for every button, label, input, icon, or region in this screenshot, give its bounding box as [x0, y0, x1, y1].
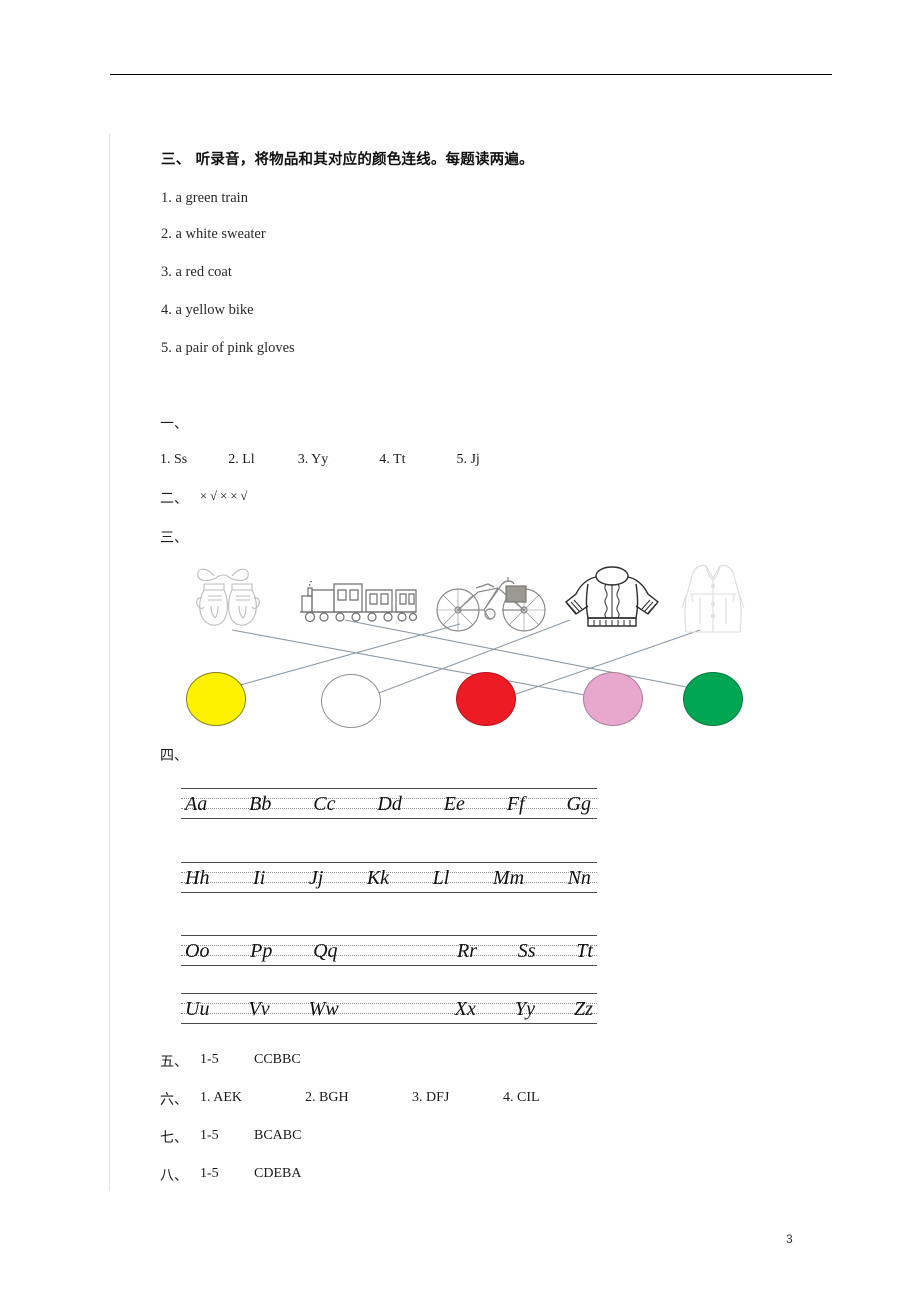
letter-pair: Ii — [253, 867, 266, 889]
handwriting-letters-1: Aa Bb Cc Dd Ee Ff Gg — [185, 789, 597, 819]
answer-1-4: 4. Tt — [379, 452, 406, 467]
listening-item-2: 2. a white sweater — [161, 226, 266, 242]
answer-row-8: CDEBA — [254, 1166, 302, 1181]
answer-6-3: 3. DFJ — [412, 1090, 450, 1105]
sweater-icon — [565, 566, 659, 627]
letter-pair: Zz — [574, 998, 593, 1020]
answer-1-1: 1. Ss — [160, 452, 188, 467]
page-number: 3 — [786, 1232, 793, 1246]
listening-item-1: 1. a green train — [161, 190, 248, 206]
answer-row-7: BCABC — [254, 1128, 302, 1143]
color-dot-red[interactable] — [456, 672, 516, 726]
answer-6-2: 2. BGH — [305, 1090, 349, 1105]
letter-pair: Vv — [248, 998, 270, 1020]
answer-range-5: 1-5 — [200, 1052, 219, 1067]
letter-pair: Hh — [185, 867, 210, 889]
answer-6-1: 1. AEK — [200, 1090, 242, 1105]
letter-pair: Rr — [457, 940, 477, 962]
letter-pair: Ww — [308, 998, 339, 1020]
answer-1-2: 2. Ll — [228, 452, 255, 467]
letter-pair: Xx — [454, 998, 476, 1020]
answer-label-7: 七、 — [160, 1130, 188, 1146]
handwriting-row-1: Aa Bb Cc Dd Ee Ff Gg — [181, 788, 597, 822]
answer-label-2: 二、 — [160, 491, 188, 507]
handwriting-letters-2: Hh Ii Jj Kk Ll Mm Nn — [185, 863, 597, 893]
answer-row-1: 1. Ss 2. Ll 3. Yy 4. Tt 5. Jj — [160, 452, 480, 468]
letter-pair: Gg — [566, 793, 591, 815]
letter-pair: Qq — [313, 940, 338, 962]
answer-range-8: 1-5 — [200, 1166, 219, 1181]
letter-pair: Tt — [576, 940, 593, 962]
answer-6-4: 4. CIL — [503, 1090, 540, 1105]
bike-icon — [436, 577, 546, 632]
handwriting-row-3: Oo Pp Qq Rr Ss Tt — [181, 935, 597, 969]
answer-1-5: 5. Jj — [456, 452, 480, 467]
answer-row-5: CCBBC — [254, 1052, 301, 1067]
answer-label-8: 八、 — [160, 1168, 188, 1184]
letter-pair: Cc — [313, 793, 336, 815]
letter-pair: Pp — [250, 940, 273, 962]
handwriting-row-4: Uu Vv Ww Xx Yy Zz — [181, 993, 597, 1027]
letter-pair: Dd — [377, 793, 402, 815]
letter-pair: Ee — [443, 793, 465, 815]
coat-icon — [681, 564, 745, 633]
color-dot-yellow[interactable] — [186, 672, 246, 726]
letter-pair: Ll — [432, 867, 450, 889]
handwriting-letters-3: Oo Pp Qq Rr Ss Tt — [185, 936, 597, 966]
letter-pair: Bb — [249, 793, 272, 815]
letter-pair: Nn — [567, 867, 591, 889]
handwriting-letters-4: Uu Vv Ww Xx Yy Zz — [185, 994, 597, 1024]
answer-label-3: 三、 — [160, 530, 188, 546]
color-dot-green[interactable] — [683, 672, 743, 726]
color-dot-pink[interactable] — [583, 672, 643, 726]
listening-section-heading: 三、 听录音，将物品和其对应的颜色连线。每题读两遍。 — [161, 152, 534, 168]
letter-pair: Yy — [514, 998, 535, 1020]
letter-pair: Mm — [492, 867, 525, 889]
letter-pair: Kk — [366, 867, 390, 889]
header-rule — [110, 74, 832, 75]
listening-item-4: 4. a yellow bike — [161, 302, 254, 318]
left-margin-rule — [109, 133, 110, 1191]
worksheet-page: 三、 听录音，将物品和其对应的颜色连线。每题读两遍。 1. a green tr… — [0, 0, 920, 1303]
answer-range-7: 1-5 — [200, 1128, 219, 1143]
letter-pair: Oo — [185, 940, 210, 962]
gloves-icon — [196, 568, 260, 626]
answer-label-4: 四、 — [160, 748, 188, 764]
matching-exercise — [160, 552, 760, 742]
listening-item-3: 3. a red coat — [161, 264, 232, 280]
answer-label-6: 六、 — [160, 1092, 188, 1108]
handwriting-row-2: Hh Ii Jj Kk Ll Mm Nn — [181, 862, 597, 896]
listening-item-5: 5. a pair of pink gloves — [161, 340, 295, 356]
letter-pair: Aa — [185, 793, 208, 815]
train-icon — [300, 580, 418, 623]
letter-pair: Ff — [506, 793, 525, 815]
letter-pair: Jj — [308, 867, 324, 889]
answer-label-1: 一、 — [160, 416, 188, 432]
color-dot-white[interactable] — [321, 674, 381, 728]
answer-row-2: × √ × × √ — [200, 489, 248, 503]
letter-pair: Ss — [517, 940, 536, 962]
letter-pair: Uu — [185, 998, 210, 1020]
answer-1-3: 3. Yy — [297, 452, 329, 467]
answer-label-5: 五、 — [160, 1054, 188, 1070]
